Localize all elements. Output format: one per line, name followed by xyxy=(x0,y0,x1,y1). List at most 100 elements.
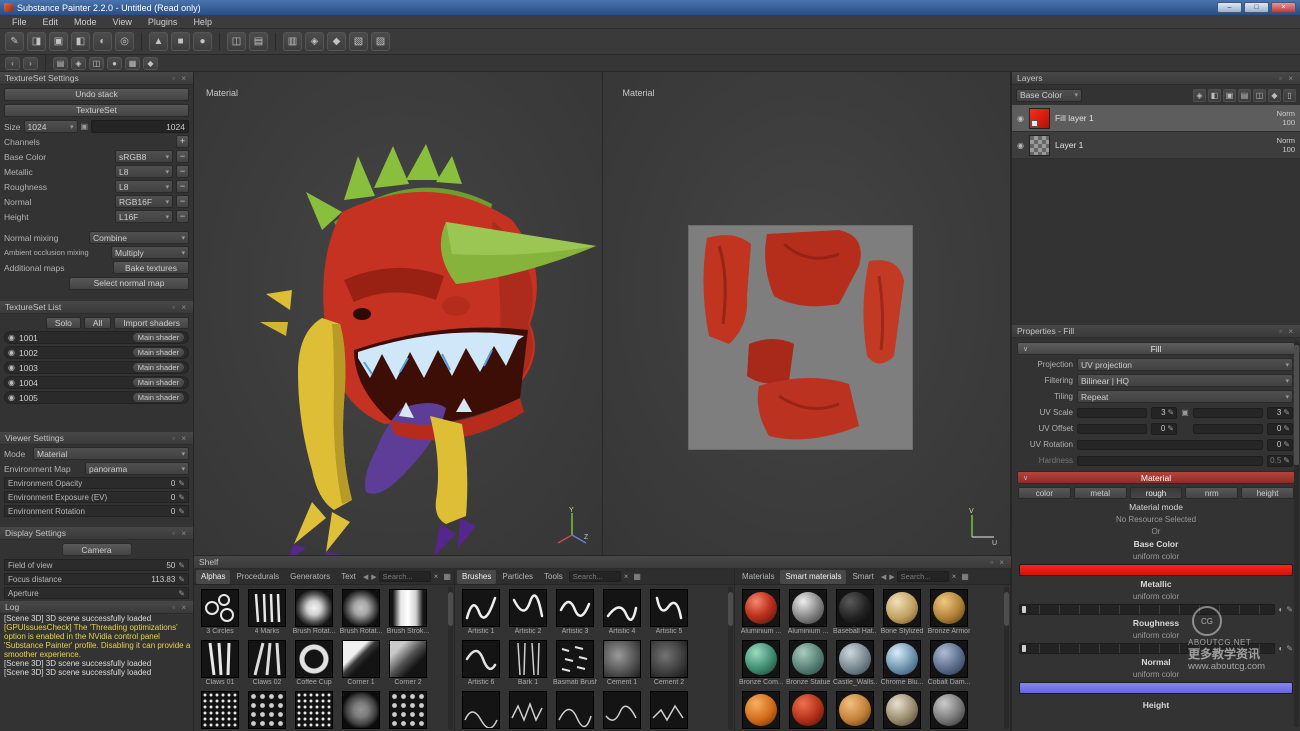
materials-search-input[interactable] xyxy=(897,571,949,582)
textureset-item-1002[interactable]: ◉ 1002 Main shader xyxy=(4,346,189,359)
uv-scale-y-field[interactable]: 3✎ xyxy=(1267,407,1293,419)
layout-3d-icon[interactable]: ◆ xyxy=(327,32,346,51)
shelf-item[interactable] xyxy=(508,691,548,729)
shelf-item[interactable] xyxy=(788,691,828,729)
tab-textures[interactable]: Text xyxy=(336,570,361,584)
brush-preset-icon[interactable]: ▤ xyxy=(53,57,68,70)
uv-offset-y-field[interactable]: 0✎ xyxy=(1267,423,1293,435)
size-value-field[interactable]: 1024 xyxy=(91,120,189,133)
shelf-item[interactable]: Aluminium ... xyxy=(741,589,781,635)
clear-search-icon[interactable]: × xyxy=(950,572,959,581)
add-paint-layer-icon[interactable]: ▣ xyxy=(1223,89,1236,102)
layers-channel-dropdown[interactable]: Base Color▾ xyxy=(1016,89,1082,102)
close-panel-icon[interactable]: × xyxy=(1288,74,1295,83)
brushes-search-input[interactable] xyxy=(569,571,621,582)
shelf-item[interactable] xyxy=(649,691,689,729)
close-panel-icon[interactable]: × xyxy=(181,603,188,612)
base-color-swatch[interactable] xyxy=(1019,564,1293,576)
undock-icon[interactable]: ▫ xyxy=(172,303,177,312)
main-shader-button[interactable]: Main shader xyxy=(132,347,185,358)
channel-format-dropdown[interactable]: L8▾ xyxy=(115,180,173,193)
close-panel-icon[interactable]: × xyxy=(181,303,188,312)
menu-help[interactable]: Help xyxy=(185,17,220,27)
channel-format-dropdown[interactable]: L16F▾ xyxy=(115,210,173,223)
shelf-item[interactable] xyxy=(929,691,969,729)
link-scale-icon[interactable]: ▣ xyxy=(1181,408,1189,417)
textureset-settings-header[interactable]: TextureSet Settings ▫ × xyxy=(0,72,193,85)
scrollbar[interactable] xyxy=(728,586,733,730)
all-button[interactable]: All xyxy=(84,317,111,329)
close-panel-icon[interactable]: × xyxy=(181,434,188,443)
shelf-item[interactable] xyxy=(882,691,922,729)
clear-search-icon[interactable]: × xyxy=(622,572,631,581)
shelf-item[interactable] xyxy=(388,691,428,729)
shelf-item[interactable]: Brush Rotat... xyxy=(341,589,381,635)
channel-rough-button[interactable]: rough xyxy=(1130,487,1183,499)
shelf-item[interactable]: Artistic 3 xyxy=(555,589,595,635)
environment-opacity-field[interactable]: Environment Opacity 0 ✎ xyxy=(4,477,189,489)
add-mask-icon[interactable]: ◫ xyxy=(1253,89,1266,102)
tab-scroll-left-icon[interactable]: ◀ xyxy=(880,573,887,581)
grid-view-icon[interactable]: ▦ xyxy=(441,572,453,581)
scrollbar[interactable] xyxy=(448,586,453,730)
history-forward-icon[interactable]: › xyxy=(23,57,38,70)
titlebar[interactable]: Substance Painter 2.2.0 - Untitled (Read… xyxy=(0,0,1300,15)
shelf-item[interactable]: Bone Stylized xyxy=(882,589,922,635)
shelf-item[interactable]: Artistic 5 xyxy=(649,589,689,635)
alpha-preset-icon[interactable]: ◈ xyxy=(71,57,86,70)
fill-section-header[interactable]: ∨Fill xyxy=(1017,342,1295,355)
smudge-tool-icon[interactable]: ◐ xyxy=(93,32,112,51)
shelf-item[interactable]: Corner 2 xyxy=(388,640,428,686)
shelf-item[interactable]: Cobalt Dam... xyxy=(929,640,969,686)
viewer-settings-header[interactable]: Viewer Settings ▫ × xyxy=(0,432,193,445)
shelf-item[interactable]: Cement 2 xyxy=(649,640,689,686)
shelf-item[interactable]: Claws 01 xyxy=(200,640,240,686)
quad-fill-icon[interactable]: ■ xyxy=(171,32,190,51)
close-panel-icon[interactable]: × xyxy=(181,529,188,538)
undock-icon[interactable]: ▫ xyxy=(172,434,177,443)
tab-alphas[interactable]: Alphas xyxy=(196,570,230,584)
normal-swatch[interactable] xyxy=(1019,682,1293,694)
ao-mixing-dropdown[interactable]: Multiply▾ xyxy=(111,246,189,259)
environment-map-dropdown[interactable]: panorama▾ xyxy=(85,462,189,475)
tab-scroll-right-icon[interactable]: ▶ xyxy=(370,573,377,581)
shelf-item[interactable]: Artistic 1 xyxy=(461,589,501,635)
textureset-item-1004[interactable]: ◉ 1004 Main shader xyxy=(4,376,189,389)
material-section-header[interactable]: ∨Material xyxy=(1017,471,1295,484)
menu-plugins[interactable]: Plugins xyxy=(140,17,186,27)
stencil-icon[interactable]: ▤ xyxy=(249,32,268,51)
filtering-dropdown[interactable]: Bilinear | HQ▾ xyxy=(1077,374,1293,387)
visibility-icon[interactable]: ◉ xyxy=(8,363,15,372)
visibility-icon[interactable]: ◉ xyxy=(8,348,15,357)
remove-channel-button[interactable]: − xyxy=(176,180,189,193)
display-settings-header[interactable]: Display Settings ▫ × xyxy=(0,527,193,540)
solo-button[interactable]: Solo xyxy=(46,317,81,329)
channel-format-dropdown[interactable]: RGB16F▾ xyxy=(115,195,173,208)
uv-offset-x-field[interactable]: 0✎ xyxy=(1151,423,1177,435)
uv-rotation-field[interactable]: 0✎ xyxy=(1267,439,1293,451)
log-header[interactable]: Log ▫ × xyxy=(0,601,193,614)
tab-brushes[interactable]: Brushes xyxy=(457,570,496,584)
blend-mode[interactable]: Norm xyxy=(1277,136,1295,145)
shelf-item[interactable]: 4 Marks xyxy=(247,589,287,635)
visibility-icon[interactable]: ◉ xyxy=(8,393,15,402)
undock-icon[interactable]: ▫ xyxy=(172,603,177,612)
shelf-item[interactable]: Brush Strok... xyxy=(388,589,428,635)
tab-smart-materials[interactable]: Smart materials xyxy=(780,570,846,584)
grid-view-icon[interactable]: ▦ xyxy=(959,572,971,581)
menu-file[interactable]: File xyxy=(4,17,35,27)
undock-icon[interactable]: ▫ xyxy=(990,558,995,567)
tab-scroll-right-icon[interactable]: ▶ xyxy=(888,573,895,581)
remove-channel-button[interactable]: − xyxy=(176,150,189,163)
uv-texture-canvas[interactable] xyxy=(688,225,913,450)
camera-tab[interactable]: Camera xyxy=(62,543,132,556)
tab-particles[interactable]: Particles xyxy=(497,570,538,584)
tab-procedurals[interactable]: Procedurals xyxy=(231,570,284,584)
textureset-item-1005[interactable]: ◉ 1005 Main shader xyxy=(4,391,189,404)
textureset-button[interactable]: TextureSet xyxy=(4,104,189,117)
mode-dropdown[interactable]: Material▾ xyxy=(33,447,189,460)
shelf-item[interactable] xyxy=(835,691,875,729)
shelf-item[interactable]: Chrome Blu... xyxy=(882,640,922,686)
lock-ratio-icon[interactable]: ▣ xyxy=(81,122,89,131)
tab-materials[interactable]: Materials xyxy=(737,570,779,584)
